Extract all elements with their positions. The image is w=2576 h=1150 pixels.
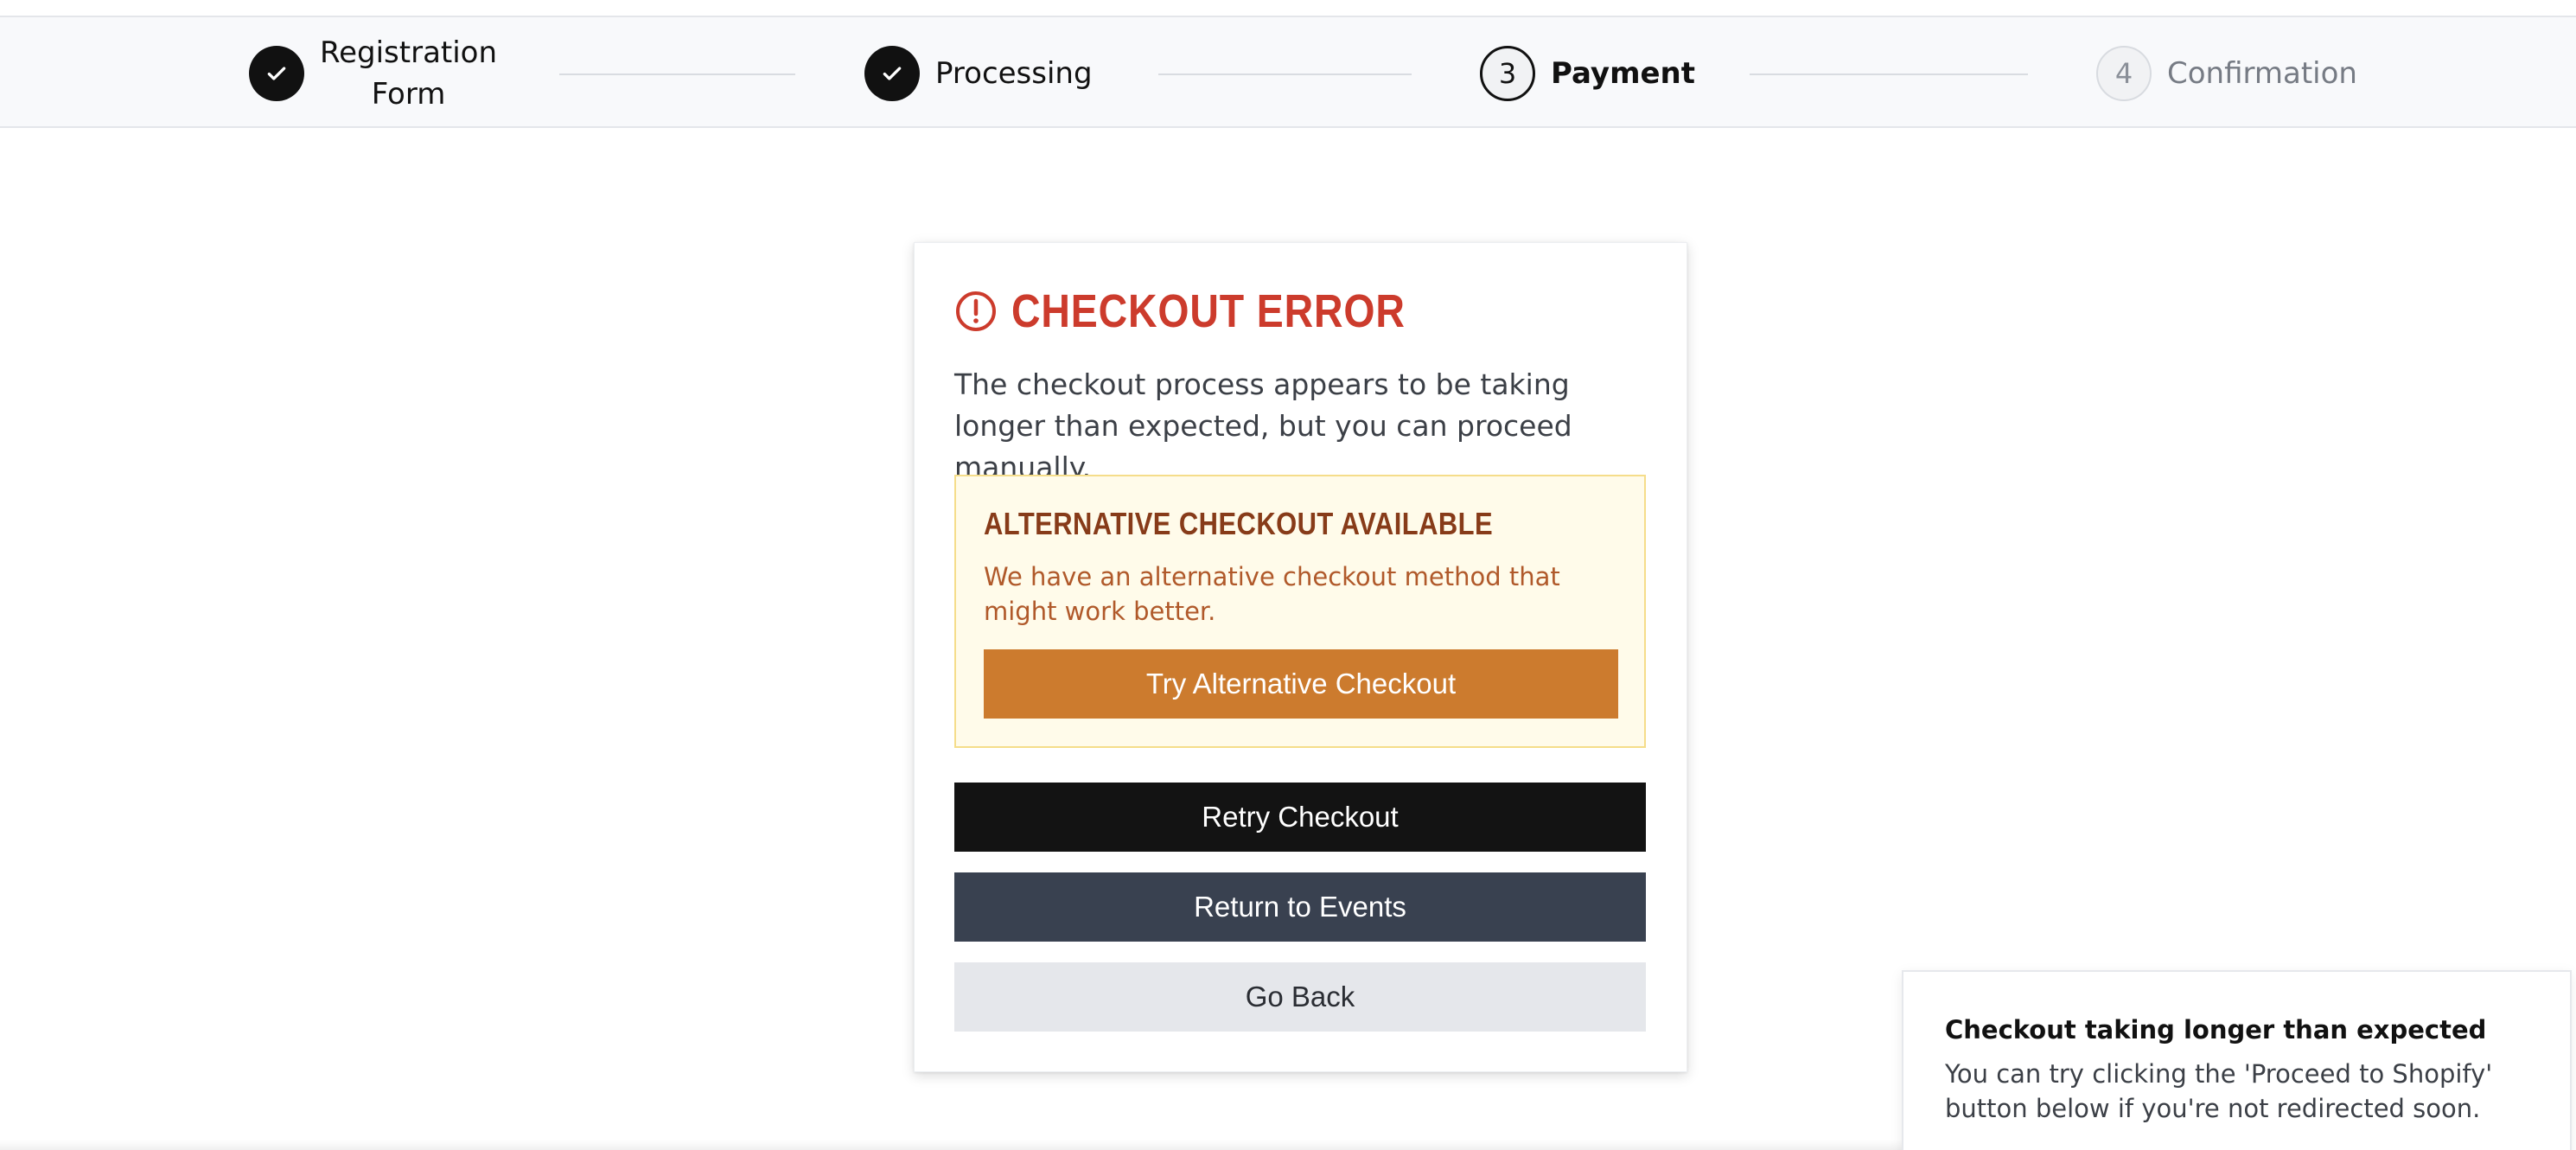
- try-alternative-checkout-button[interactable]: Try Alternative Checkout: [984, 649, 1618, 719]
- step-label: Registration Form: [320, 32, 497, 115]
- toast-notification: Checkout taking longer than expected You…: [1902, 970, 2572, 1150]
- step-connector: [1750, 73, 2028, 75]
- step-label: Processing: [935, 56, 1093, 91]
- return-to-events-button[interactable]: Return to Events: [954, 872, 1646, 942]
- retry-checkout-button[interactable]: Retry Checkout: [954, 783, 1646, 852]
- toast-title: Checkout taking longer than expected: [1945, 1015, 2487, 1045]
- check-icon: [267, 67, 286, 80]
- page: Registration Form Processing 3 Payment 4…: [0, 0, 2576, 1150]
- check-icon: [883, 67, 902, 80]
- toast-message: You can try clicking the 'Proceed to Sho…: [1945, 1059, 2493, 1123]
- go-back-button[interactable]: Go Back: [954, 962, 1646, 1032]
- error-heading: CHECKOUT ERROR: [954, 281, 1470, 342]
- step-connector: [559, 73, 795, 75]
- step-label-line: Registration: [320, 35, 498, 70]
- step-number: 4: [2096, 46, 2152, 101]
- checkout-error-card: CHECKOUT ERROR The checkout process appe…: [914, 242, 1687, 1072]
- step-label-line: Form: [371, 77, 446, 112]
- error-message: The checkout process appears to be takin…: [954, 367, 1572, 484]
- step-label: Payment: [1551, 56, 1696, 91]
- error-title: CHECKOUT ERROR: [1011, 285, 1406, 337]
- step-connector: [1158, 73, 1412, 75]
- step-payment[interactable]: 3 Payment: [1480, 17, 1695, 130]
- step-completed-indicator: [864, 46, 920, 101]
- step-completed-indicator: [249, 46, 304, 101]
- checkout-stepper: Registration Form Processing 3 Payment 4…: [0, 16, 2576, 128]
- step-registration-form[interactable]: Registration Form: [249, 17, 497, 130]
- step-label: Confirmation: [2167, 56, 2357, 91]
- alternative-checkout-description: We have an alternative checkout method t…: [984, 562, 1560, 626]
- alert-circle-icon: [956, 291, 996, 331]
- alternative-checkout-panel: ALTERNATIVE CHECKOUT AVAILABLE We have a…: [954, 475, 1646, 748]
- alternative-checkout-title: ALTERNATIVE CHECKOUT AVAILABLE: [984, 506, 1494, 541]
- step-confirmation[interactable]: 4 Confirmation: [2096, 17, 2357, 130]
- bottom-shadow: [0, 1140, 1902, 1150]
- step-number: 3: [1480, 46, 1535, 101]
- step-processing[interactable]: Processing: [864, 17, 1093, 130]
